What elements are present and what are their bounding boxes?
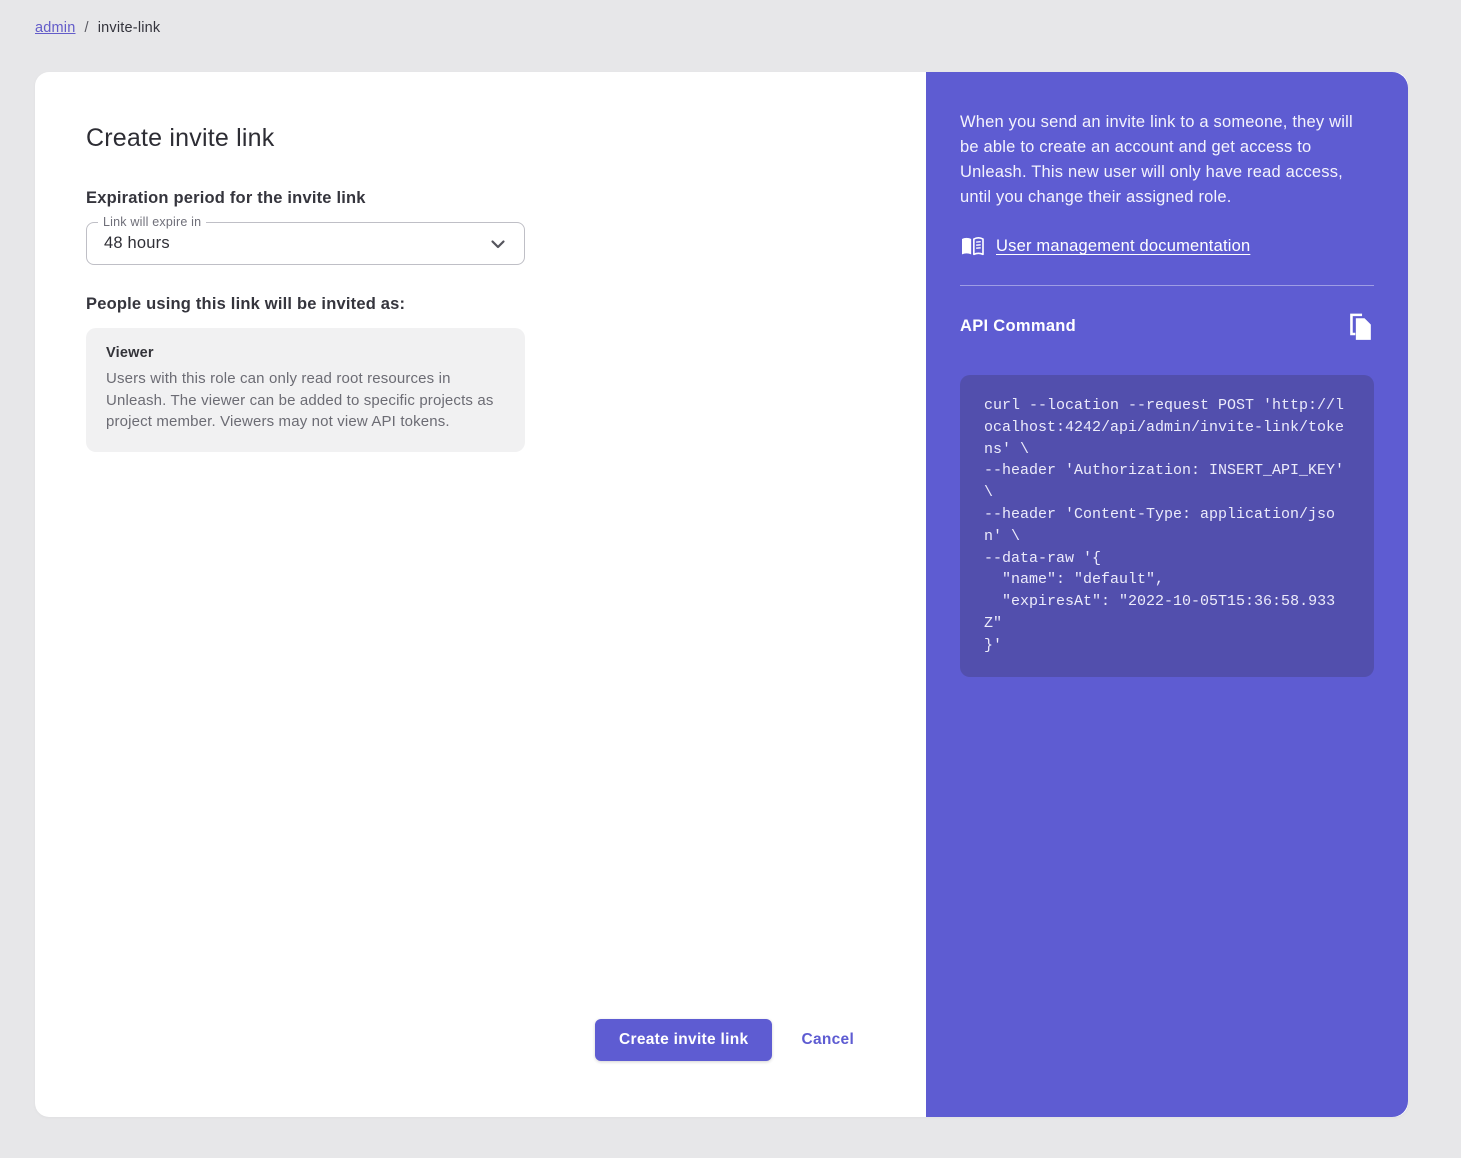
role-title: Viewer	[106, 345, 505, 361]
page-title: Create invite link	[86, 124, 926, 153]
invited-as-heading: People using this link will be invited a…	[86, 295, 926, 314]
doc-link-label: User management documentation	[996, 237, 1250, 256]
expiration-section-heading: Expiration period for the invite link	[86, 189, 926, 208]
info-sidebar: When you send an invite link to a someon…	[926, 72, 1408, 1117]
api-command-heading: API Command	[960, 317, 1076, 336]
role-description: Users with this role can only read root …	[106, 368, 505, 433]
book-icon	[960, 236, 985, 257]
expiration-select-label: Link will expire in	[98, 215, 206, 230]
form-actions: Create invite link Cancel	[595, 1019, 854, 1061]
create-invite-link-button[interactable]: Create invite link	[595, 1019, 772, 1061]
chevron-down-icon	[486, 232, 510, 256]
breadcrumb-link-admin[interactable]: admin	[35, 20, 76, 36]
breadcrumb: admin / invite-link	[35, 20, 160, 36]
breadcrumb-current: invite-link	[98, 20, 161, 36]
copy-icon	[1347, 311, 1374, 342]
breadcrumb-separator: /	[85, 20, 89, 36]
invite-link-form: Create invite link Expiration period for…	[35, 72, 926, 1117]
sidebar-description: When you send an invite link to a someon…	[960, 110, 1374, 210]
expiration-select-value: 48 hours	[104, 234, 486, 253]
cancel-button[interactable]: Cancel	[801, 1031, 854, 1049]
expiration-select[interactable]: Link will expire in 48 hours	[86, 222, 525, 265]
api-command-row: API Command	[960, 311, 1374, 342]
user-management-doc-link[interactable]: User management documentation	[960, 236, 1374, 257]
create-invite-link-card: Create invite link Expiration period for…	[35, 72, 1408, 1117]
sidebar-divider	[960, 285, 1374, 286]
api-command-code[interactable]: curl --location --request POST 'http://l…	[960, 375, 1374, 677]
copy-command-button[interactable]	[1347, 311, 1374, 342]
role-card-viewer: Viewer Users with this role can only rea…	[86, 328, 525, 452]
